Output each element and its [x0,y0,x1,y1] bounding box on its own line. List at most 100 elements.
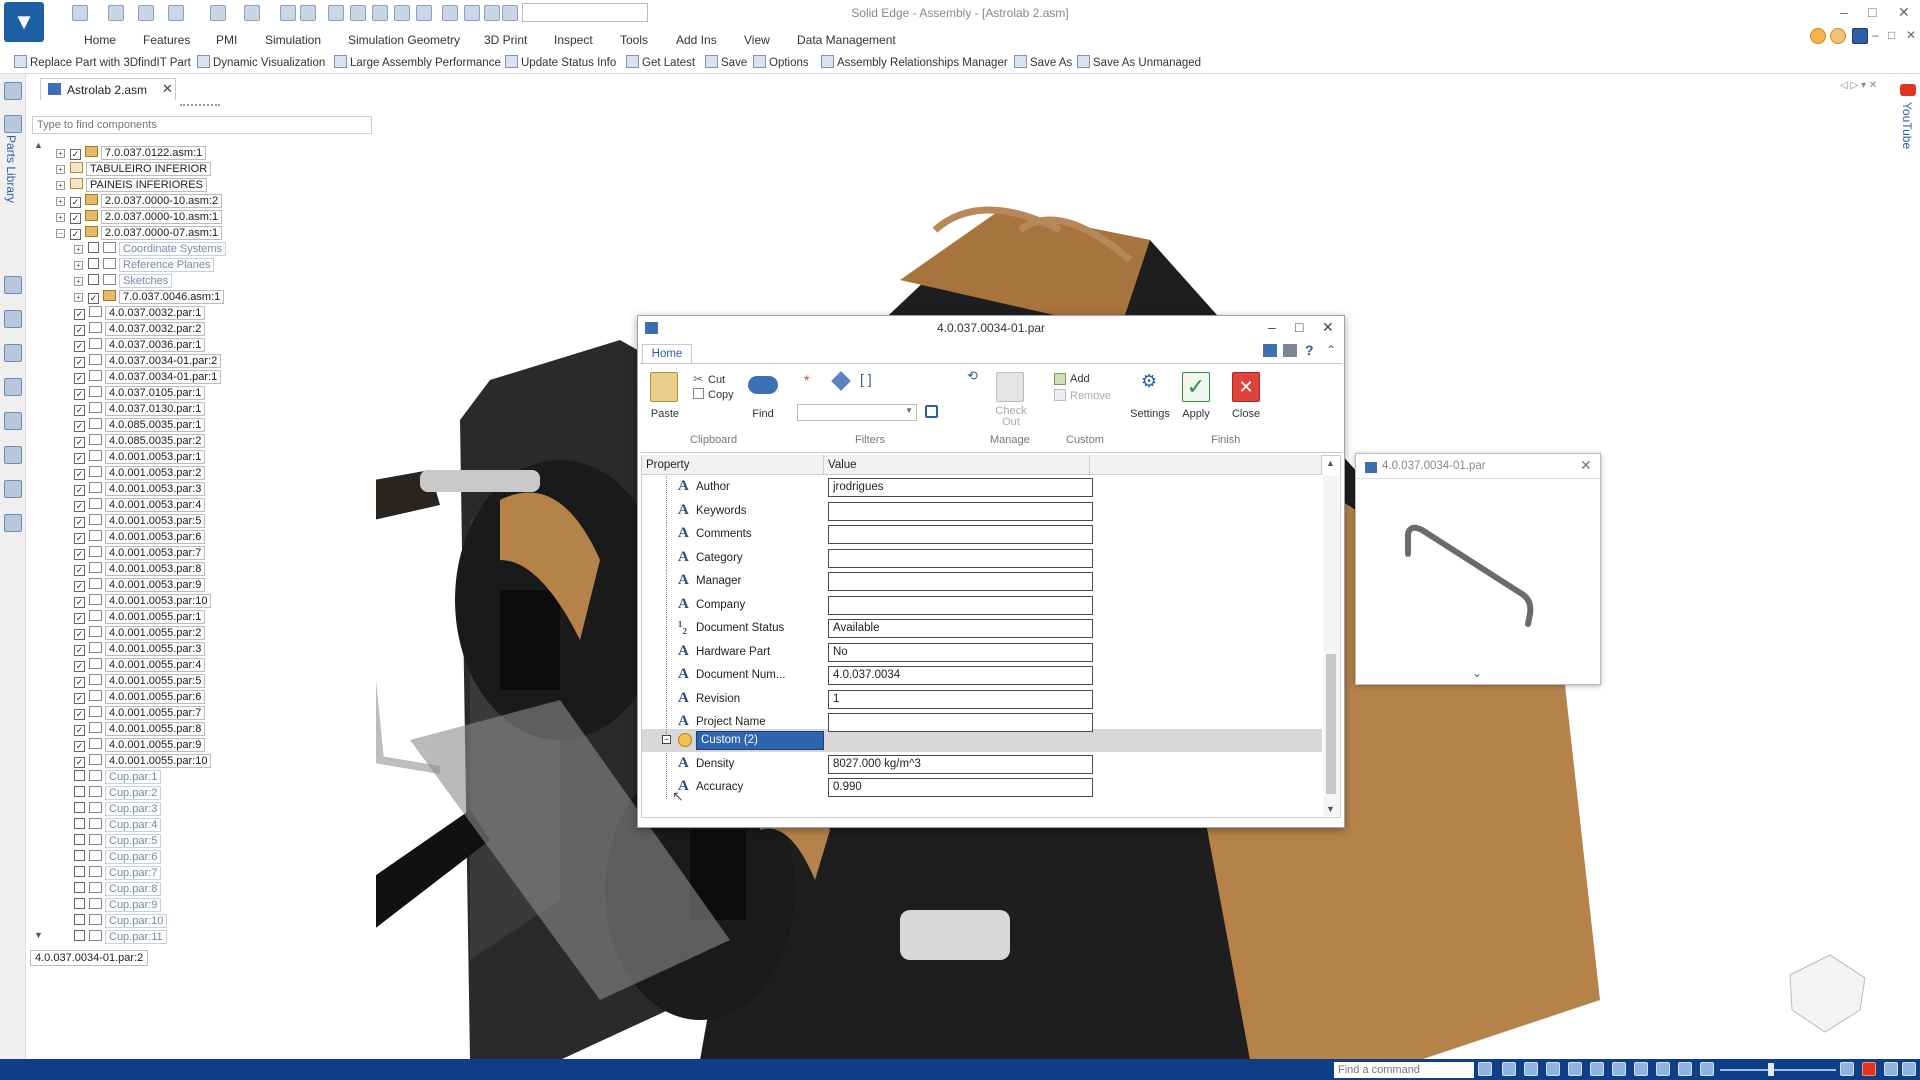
menu-features[interactable]: Features [143,33,190,47]
property-row[interactable]: A Density 8027.000 kg/m^3 [642,752,1322,776]
apply-button[interactable]: Apply [1180,408,1212,420]
visibility-checkbox[interactable]: ✓ [74,549,85,560]
display-icon[interactable] [1656,1062,1670,1076]
visibility-checkbox[interactable] [74,818,85,829]
tree-node[interactable]: ✓ 4.0.001.0055.par:6 [74,690,206,706]
parts-library-tab[interactable]: Parts Library [4,135,18,203]
tree-node[interactable]: + ✓ 2.0.037.0000-10.asm:1 [56,210,223,226]
visibility-checkbox[interactable]: ✓ [74,677,85,688]
chevron-down-icon[interactable]: ⌄ [1472,666,1482,680]
zoom-out-icon[interactable] [1700,1062,1714,1076]
tree-node[interactable]: Cup.par:10 [74,914,168,930]
doc-close-button[interactable]: ✕ [1906,28,1916,42]
property-value-field[interactable] [828,525,1093,544]
menu-inspect[interactable]: Inspect [554,33,593,47]
property-row[interactable]: A Comments [642,523,1322,546]
tree-node[interactable]: ✓ 4.0.001.0055.par:8 [74,722,206,738]
property-row[interactable]: A Revision 1 [642,687,1322,711]
close-tab-icon[interactable]: ✕ [162,81,173,97]
help-tab-icon[interactable] [4,446,22,464]
sensors-tab-icon[interactable] [4,310,22,328]
tree-node[interactable]: Cup.par:11 [74,930,167,946]
tree-node[interactable]: ✓ 4.0.001.0055.par:5 [74,674,206,690]
update-status-info-button[interactable]: Update Status Info [505,55,616,69]
tree-node[interactable]: ✓ 4.0.037.0036.par:1 [74,338,206,354]
get-latest-button[interactable]: Get Latest [626,55,695,69]
explode-tab-icon[interactable] [4,514,22,532]
options-button[interactable]: Options [753,55,809,69]
tree-node[interactable]: + TABULEIRO INFERIOR [56,162,212,178]
property-row[interactable]: A Author jrodrigues [642,476,1322,499]
visibility-checkbox[interactable]: ✓ [74,389,85,400]
family-tab-icon[interactable] [4,480,22,498]
tree-node[interactable]: − ✓ 2.0.037.0000-07.asm:1 [56,226,223,242]
tree-node[interactable]: ✓ 4.0.037.0130.par:1 [74,402,206,418]
menu-simulation[interactable]: Simulation [265,33,321,47]
expand-icon[interactable]: + [56,149,65,158]
expand-icon[interactable]: + [74,261,83,270]
tree-node[interactable]: ✓ 4.0.001.0055.par:2 [74,626,206,642]
clear-filter-icon[interactable] [925,405,938,418]
visibility-checkbox[interactable] [88,274,99,285]
tree-node[interactable]: ✓ 4.0.001.0053.par:10 [74,594,212,610]
visibility-checkbox[interactable] [74,930,85,941]
property-row[interactable]: A Document Num... 4.0.037.0034 [642,664,1322,687]
close-button[interactable]: Close [1231,408,1261,420]
visibility-checkbox[interactable]: ✓ [74,405,85,416]
tree-node[interactable]: ✓ 4.0.001.0053.par:2 [74,466,206,482]
menu-add-ins[interactable]: Add Ins [676,33,717,47]
save-button[interactable]: Save [705,55,747,69]
visibility-checkbox[interactable] [74,850,85,861]
view-cube[interactable] [1789,954,1866,1033]
find-components-input[interactable] [32,116,372,134]
tree-node[interactable]: ✓ 4.0.037.0032.par:2 [74,322,206,338]
tree-node[interactable]: ✓ 4.0.037.0034-01.par:2 [74,354,222,370]
add-button[interactable]: Add [1070,373,1090,385]
preview-close-icon[interactable]: ✕ [1580,457,1592,474]
visibility-checkbox[interactable]: ✓ [74,453,85,464]
large-assembly-performance-button[interactable]: Large Assembly Performance [334,55,501,69]
fit-view-icon[interactable] [1502,1062,1516,1076]
select-tools-icon[interactable] [4,412,22,430]
menu-data-management[interactable]: Data Management [797,33,896,47]
visibility-checkbox[interactable] [74,866,85,877]
find-button[interactable]: Find [750,408,776,420]
property-value-field[interactable]: 4.0.037.0034 [828,666,1093,685]
tree-node[interactable]: + Coordinate Systems [74,242,227,258]
minimize-button[interactable]: – [1840,4,1848,20]
layers-tab-icon[interactable] [4,276,22,294]
screen-capture-icon[interactable] [1884,1062,1898,1076]
expand-icon[interactable]: + [56,181,65,190]
property-row[interactable]: ¹₂ Document Status Available [642,617,1322,640]
tree-node[interactable]: ✓ 4.0.001.0055.par:10 [74,754,212,770]
youtube-tab[interactable]: YouTube [1900,102,1914,149]
property-value-field[interactable]: 0.990 [828,778,1093,797]
visibility-checkbox[interactable]: ✓ [74,501,85,512]
visibility-checkbox[interactable]: ✓ [74,645,85,656]
tree-node[interactable]: Cup.par:4 [74,818,162,834]
doc-minimize-button[interactable]: – [1872,28,1879,42]
tree-node[interactable]: Cup.par:7 [74,866,162,882]
tree-node[interactable]: ✓ 4.0.001.0055.par:9 [74,738,206,754]
dynamic-visualization-button[interactable]: Dynamic Visualization [197,55,325,69]
visibility-checkbox[interactable]: ✓ [74,613,85,624]
visibility-checkbox[interactable]: ✓ [74,533,85,544]
visibility-checkbox[interactable]: ✓ [74,565,85,576]
expand-icon[interactable]: + [56,197,65,206]
tree-node[interactable]: ✓ 4.0.001.0053.par:6 [74,530,206,546]
zoom-area-icon[interactable] [1546,1062,1560,1076]
tree-node[interactable]: + ✓ 2.0.037.0000-10.asm:2 [56,194,223,210]
property-value-field[interactable]: jrodrigues [828,478,1093,497]
visibility-checkbox[interactable] [74,914,85,925]
app-logo-icon[interactable]: ▼ [4,2,44,42]
paste-button[interactable]: Paste [648,408,682,420]
tree-node[interactable]: ✓ 4.0.001.0055.par:3 [74,642,206,658]
visibility-checkbox[interactable]: ✓ [88,293,99,304]
visibility-checkbox[interactable]: ✓ [70,197,81,208]
cut-button[interactable]: Cut [708,374,725,386]
tree-node[interactable]: ✓ 4.0.001.0055.par:4 [74,658,206,674]
save-as-button[interactable]: Save As [1014,55,1072,69]
tree-node[interactable]: ✓ 4.0.001.0053.par:3 [74,482,206,498]
expand-icon[interactable] [1902,1062,1916,1076]
refresh-small-icon[interactable]: ⟲ [967,368,978,384]
